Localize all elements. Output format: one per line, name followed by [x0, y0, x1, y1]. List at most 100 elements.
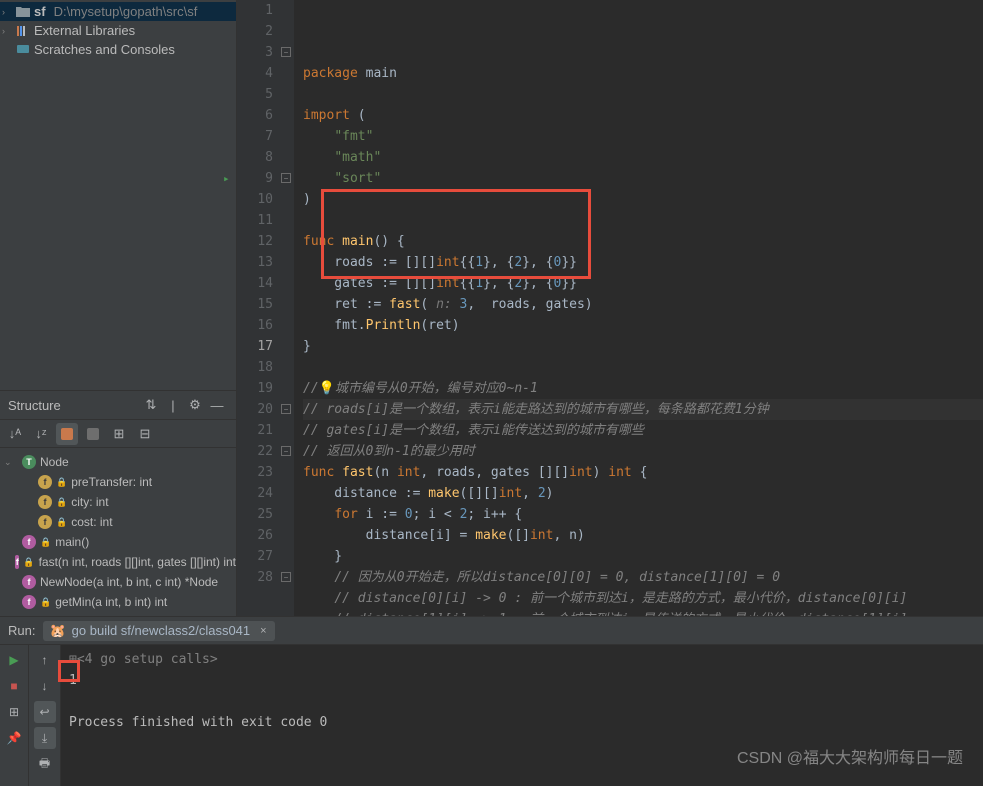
structure-node[interactable]: ⌄ T Node	[0, 452, 236, 472]
pin-icon[interactable]: 📌	[3, 727, 25, 749]
structure-node[interactable]: f 🔒 getMin(a int, b int) int	[0, 592, 236, 612]
fold-toggle-icon[interactable]: −	[281, 572, 291, 582]
code-line[interactable]: import (	[303, 105, 983, 126]
code-line[interactable]	[303, 357, 983, 378]
scroll-end-icon[interactable]: ⤓	[34, 727, 56, 749]
code-line[interactable]: "fmt"	[303, 126, 983, 147]
node-label: city: int	[71, 495, 108, 509]
gear-icon[interactable]: ⚙	[184, 394, 206, 416]
code-line[interactable]: }	[303, 546, 983, 567]
func-badge-icon: f	[22, 535, 36, 549]
code-line[interactable]: // distance[0][i] -> 0 : 前一个城市到达i，是走路的方式…	[303, 588, 983, 609]
fold-toggle-icon[interactable]: −	[281, 446, 291, 456]
down-icon[interactable]: ↓	[34, 675, 56, 697]
structure-node[interactable]: f🔒city: int	[0, 492, 236, 512]
code-line[interactable]: package main	[303, 63, 983, 84]
project-tree-row[interactable]: › External Libraries	[0, 21, 236, 40]
func-badge-icon: f	[22, 575, 36, 589]
go-icon: 🐹	[49, 623, 65, 639]
code-line[interactable]: // gates[i]是一个数组，表示i能传送达到的城市有哪些	[303, 420, 983, 441]
layout-icon[interactable]: ⊞	[3, 701, 25, 723]
structure-header: Structure ⇅ | ⚙ —	[0, 390, 236, 420]
node-label: getMin(a int, b int) int	[55, 595, 167, 609]
structure-node[interactable]: f🔒preTransfer: int	[0, 472, 236, 492]
sort-alpha2-icon[interactable]: ↓ᶻ	[30, 423, 52, 445]
fold-toggle-icon[interactable]: −	[281, 404, 291, 414]
lock-icon: 🔒	[56, 517, 67, 528]
field-badge-icon: f	[38, 475, 52, 489]
chevron-icon[interactable]: ⌄	[4, 457, 14, 468]
code-line[interactable]: // distance[1][i] -> 1 : 前一个城市到达i，是传送的方式…	[303, 609, 983, 616]
run-panel: Run: 🐹 go build sf/newclass2/class041 × …	[0, 616, 983, 786]
node-label: Node	[40, 455, 69, 469]
expand-all-icon[interactable]: ⊞	[108, 423, 130, 445]
tree-label: Scratches and Consoles	[34, 42, 175, 57]
console-tools-left: ▶ ■ ⊞ 📌	[0, 645, 28, 786]
code-line[interactable]: roads := [][]int{{1}, {2}, {0}}	[303, 252, 983, 273]
structure-tree: ⌄TNodef🔒preTransfer: intf🔒city: intf🔒cos…	[0, 448, 236, 616]
project-tree-row[interactable]: Scratches and Consoles	[0, 40, 236, 59]
code-line[interactable]: distance[i] = make([]int, n)	[303, 525, 983, 546]
collapse-all-icon[interactable]: ⊟	[134, 423, 156, 445]
structure-node[interactable]: f NewNode(a int, b int, c int) *Node	[0, 572, 236, 592]
code-line[interactable]	[303, 210, 983, 231]
code-line[interactable]: // roads[i]是一个数组，表示i能走路达到的城市有哪些，每条路都花费1分…	[303, 399, 983, 420]
structure-node[interactable]: f🔒fast(n int, roads [][]int, gates [][]i…	[0, 552, 236, 572]
sort-alpha-icon[interactable]: ↓ᴬ	[4, 423, 26, 445]
console-line: ⊞<4 go setup calls>	[69, 649, 975, 670]
code-line[interactable]: fmt.Println(ret)	[303, 315, 983, 336]
console-line	[69, 691, 975, 712]
tree-label: External Libraries	[34, 23, 135, 38]
fold-toggle-icon[interactable]: −	[281, 173, 291, 183]
code-line[interactable]: //💡城市编号从0开始，编号对应0~n-1	[303, 378, 983, 399]
code-line[interactable]: )	[303, 189, 983, 210]
chevron-right-icon[interactable]: ›	[2, 26, 12, 36]
structure-node[interactable]: f🔒cost: int	[0, 512, 236, 532]
code-line[interactable]: func main() {	[303, 231, 983, 252]
code-line[interactable]: // 因为从0开始走，所以distance[0][0] = 0, distanc…	[303, 567, 983, 588]
up-icon[interactable]: ↑	[34, 649, 56, 671]
fold-toggle-icon[interactable]: −	[281, 47, 291, 57]
print-icon[interactable]: 🖶	[34, 753, 56, 775]
node-label: NewNode(a int, b int, c int) *Node	[40, 575, 218, 589]
stop-icon[interactable]: ■	[3, 675, 25, 697]
lock-icon: 🔒	[56, 477, 67, 488]
structure-node[interactable]: f🔒main()	[0, 532, 236, 552]
code-line[interactable]: }	[303, 336, 983, 357]
code-line[interactable]: gates := [][]int{{1}, {2}, {0}}	[303, 273, 983, 294]
filter-public-icon[interactable]	[82, 423, 104, 445]
console-output[interactable]: ⊞<4 go setup calls>1 Process finished wit…	[61, 645, 983, 786]
code-line[interactable]	[303, 84, 983, 105]
soft-wrap-icon[interactable]: ↩	[34, 701, 56, 723]
editor-panel: 1234567891011121314151617181920212223242…	[237, 0, 983, 616]
code-line[interactable]: func fast(n int, roads, gates [][]int) i…	[303, 462, 983, 483]
line-gutter[interactable]: 1234567891011121314151617181920212223242…	[237, 0, 279, 616]
run-config-tab[interactable]: 🐹 go build sf/newclass2/class041 ×	[43, 621, 274, 641]
code-line[interactable]: "math"	[303, 147, 983, 168]
code-line[interactable]: "sort"	[303, 168, 983, 189]
chevron-right-icon[interactable]: ›	[2, 7, 12, 17]
sort-icon[interactable]: ⇅	[140, 394, 162, 416]
filter-fields-icon[interactable]	[56, 423, 78, 445]
console-line: Process finished with exit code 0	[69, 712, 975, 733]
rerun-icon[interactable]: ▶	[3, 649, 25, 671]
structure-toolbar: ↓ᴬ ↓ᶻ ⊞ ⊟	[0, 420, 236, 448]
lock-icon: 🔒	[40, 597, 51, 608]
node-label: fast(n int, roads [][]int, gates [][]int…	[39, 555, 236, 569]
minimize-icon[interactable]: —	[206, 394, 228, 416]
console-line: 1	[69, 670, 975, 691]
func-badge-icon: f	[22, 595, 36, 609]
lock-icon: 🔒	[56, 497, 67, 508]
run-tabs-bar: Run: 🐹 go build sf/newclass2/class041 ×	[0, 617, 983, 645]
fold-column[interactable]: − − − − −	[279, 0, 295, 616]
run-tab-label: go build sf/newclass2/class041	[72, 623, 251, 638]
code-line[interactable]: distance := make([][]int, 2)	[303, 483, 983, 504]
code-area[interactable]: package main import ( "fmt" "math" "sort"…	[295, 0, 983, 616]
code-line[interactable]: // 返回从0到n-1的最少用时	[303, 441, 983, 462]
project-tree-row[interactable]: › sf D:\mysetup\gopath\src\sf	[0, 2, 236, 21]
close-icon[interactable]: ×	[260, 625, 266, 637]
type-badge-icon: T	[22, 455, 36, 469]
code-line[interactable]: ret := fast( n: 3, roads, gates)	[303, 294, 983, 315]
project-tree: › sf D:\mysetup\gopath\src\sf › External…	[0, 0, 236, 60]
code-line[interactable]: for i := 0; i < 2; i++ {	[303, 504, 983, 525]
